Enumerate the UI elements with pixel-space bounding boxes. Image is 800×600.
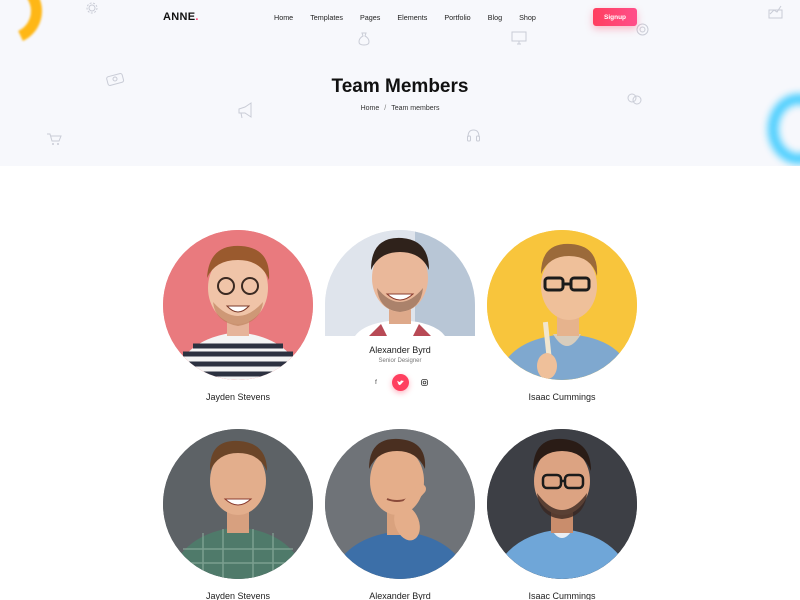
- nav-item-templates[interactable]: Templates: [310, 13, 343, 22]
- target-icon: [636, 23, 649, 38]
- member-name: Jayden Stevens: [205, 591, 271, 600]
- team-member-card[interactable]: Alexander Byrd: [325, 429, 475, 600]
- main-nav: Home Templates Pages Elements Portfolio …: [274, 13, 553, 22]
- social-links: f: [325, 374, 475, 391]
- headset-icon: [466, 128, 481, 145]
- nav-item-elements[interactable]: Elements: [397, 13, 427, 22]
- breadcrumb-home[interactable]: Home: [361, 105, 380, 112]
- money-bag-icon: [358, 32, 370, 48]
- team-member-card[interactable]: Alexander Byrd Senior Designer f: [325, 230, 475, 391]
- facebook-icon[interactable]: f: [370, 376, 383, 389]
- member-photo: [487, 429, 637, 579]
- member-photo: [163, 230, 313, 380]
- member-role: Senior Designer: [378, 358, 422, 364]
- cart-icon: [46, 132, 62, 148]
- member-name: Alexander Byrd: [369, 591, 431, 600]
- settings-icon: [86, 2, 98, 16]
- member-photo: [487, 230, 637, 380]
- nav-item-pages[interactable]: Pages: [360, 13, 380, 22]
- nav-item-portfolio[interactable]: Portfolio: [444, 13, 470, 22]
- twitter-icon[interactable]: [391, 374, 409, 391]
- member-photo: [325, 429, 475, 579]
- member-photo: [163, 429, 313, 579]
- chart-icon: [768, 4, 783, 21]
- team-member-card[interactable]: Isaac Cummings: [487, 429, 637, 600]
- page-title: Team Members: [331, 76, 469, 97]
- nav-item-home[interactable]: Home: [274, 13, 293, 22]
- member-name: Isaac Cummings: [528, 392, 596, 402]
- member-photo: [325, 230, 475, 336]
- decor-blob-left: [0, 0, 52, 54]
- breadcrumb-current: Team members: [391, 105, 440, 112]
- team-member-card[interactable]: Jayden Stevens: [163, 230, 313, 402]
- breadcrumb: Home / Team members: [0, 105, 800, 112]
- team-member-card[interactable]: Isaac Cummings: [487, 230, 637, 402]
- member-name: Alexander Byrd: [369, 345, 431, 355]
- signup-button[interactable]: Signup: [593, 8, 637, 26]
- brand-logo[interactable]: ANNE.: [163, 11, 199, 23]
- nav-item-blog[interactable]: Blog: [488, 13, 502, 22]
- hero-banner: ANNE. Home Templates Pages Elements Port…: [0, 0, 800, 166]
- monitor-icon: [511, 31, 527, 47]
- member-name: Jayden Stevens: [205, 392, 271, 402]
- breadcrumb-separator: /: [384, 105, 387, 112]
- nav-item-shop[interactable]: Shop: [519, 13, 536, 22]
- team-member-card[interactable]: Jayden Stevens: [163, 429, 313, 600]
- member-name: Isaac Cummings: [528, 591, 596, 600]
- instagram-icon[interactable]: [418, 376, 431, 389]
- brand-name: ANNE: [163, 11, 196, 23]
- brand-dot: .: [195, 11, 199, 23]
